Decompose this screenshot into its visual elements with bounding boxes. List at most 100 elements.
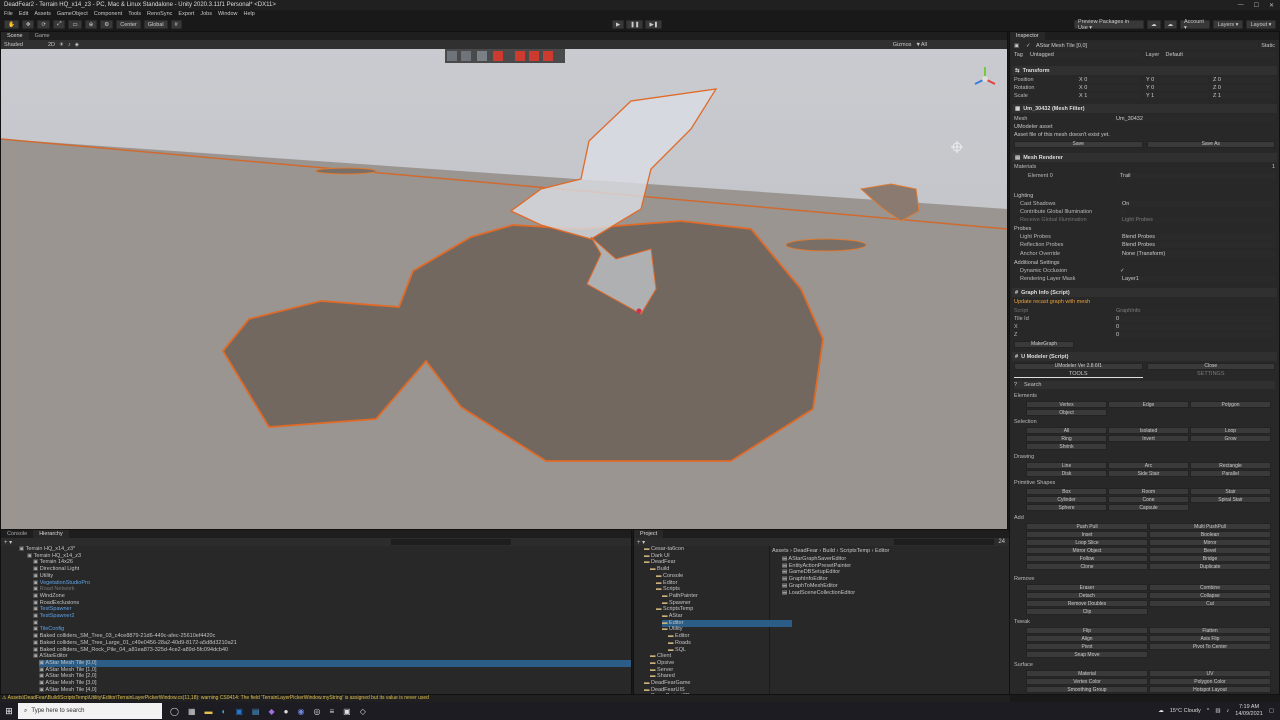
light-probes-dropdown[interactable]: Blend Probes xyxy=(1120,234,1275,240)
pivot-center-button[interactable]: Center xyxy=(116,20,141,29)
maximize-button[interactable]: ☐ xyxy=(1254,2,1259,9)
windows-start-icon[interactable]: ⊞ xyxy=(0,706,18,717)
tile-id-field[interactable]: 0 xyxy=(1114,316,1275,322)
rotate-tool-button[interactable]: ⟳ xyxy=(37,20,51,29)
layer-dropdown[interactable]: Default xyxy=(1163,52,1275,58)
effects-toggle-icon[interactable]: ◈ xyxy=(75,42,79,48)
hierarchy-item[interactable]: ▣ TestSpawner2 xyxy=(33,613,75,620)
smoothing-group-button[interactable]: Smoothing Group xyxy=(1026,686,1148,693)
save-as-button[interactable]: Save As xyxy=(1146,140,1275,148)
material-button[interactable]: Material xyxy=(1026,670,1148,677)
vertex-button[interactable]: Vertex xyxy=(1026,401,1107,408)
rendering-layer-dropdown[interactable]: Layer1 xyxy=(1120,276,1275,282)
move-tool-button[interactable]: ✥ xyxy=(21,20,35,29)
axis-flip-button[interactable]: Axis Flip xyxy=(1149,635,1271,642)
x-field[interactable]: X 0 xyxy=(1077,77,1141,83)
material-field[interactable]: Trail xyxy=(1118,173,1275,179)
polygon-button[interactable]: Polygon xyxy=(1190,401,1271,408)
search-all[interactable]: ▼All xyxy=(915,42,927,48)
capsule-button[interactable]: Capsule xyxy=(1108,504,1189,511)
y-field[interactable]: Y 0 xyxy=(1144,85,1208,91)
store-icon[interactable]: ▤ xyxy=(252,707,260,716)
isolated-button[interactable]: Isolated xyxy=(1108,427,1189,434)
shrink-button[interactable]: Shrink xyxy=(1026,443,1107,450)
tab-hierarchy[interactable]: Hierarchy xyxy=(33,530,69,538)
cloud-icon[interactable]: ☁ xyxy=(1163,20,1177,29)
hotspot-layout-button[interactable]: Hotspot Layout xyxy=(1149,686,1271,693)
detach-button[interactable]: Detach xyxy=(1026,592,1148,599)
all-button[interactable]: All xyxy=(1026,427,1107,434)
tab-tools[interactable]: TOOLS xyxy=(1014,371,1143,378)
tab-game[interactable]: Game xyxy=(29,32,56,40)
hierarchy-search-input[interactable] xyxy=(391,539,511,545)
shading-mode-dropdown[interactable]: Shaded xyxy=(4,42,44,48)
mirror-object-button[interactable]: Mirror Object xyxy=(1026,547,1148,554)
boolean-button[interactable]: Boolean xyxy=(1149,531,1271,538)
console-status-bar[interactable]: ⚠ Assets\DeadFear\Build\ScriptsTemp\Util… xyxy=(0,695,1010,702)
transform-header[interactable]: ⇆ Transform xyxy=(1012,66,1277,75)
contribute-gi-checkbox[interactable] xyxy=(1120,209,1126,215)
clip-button[interactable]: Clip xyxy=(1026,608,1148,615)
reflection-probes-dropdown[interactable]: Blend Probes xyxy=(1120,242,1275,248)
play-button[interactable]: ▶ xyxy=(612,20,625,29)
z-field[interactable]: 0 xyxy=(1114,332,1275,338)
step-button[interactable]: ▶❚ xyxy=(645,20,663,29)
preview-packages-button[interactable]: Preview Packages in Use ▾ xyxy=(1074,19,1144,31)
discord-icon[interactable]: ◉ xyxy=(297,707,304,716)
cast-shadows-dropdown[interactable]: On xyxy=(1120,201,1275,207)
sphere-button[interactable]: Sphere xyxy=(1026,504,1107,511)
mesh-filter-header[interactable]: ▦ Um_30432 (Mesh Filter) xyxy=(1012,104,1277,113)
tab-project[interactable]: Project xyxy=(634,530,664,538)
lighting-foldout[interactable]: Lighting xyxy=(1014,192,1275,200)
y-field[interactable]: Y 1 xyxy=(1144,93,1208,99)
menu-item-assets[interactable]: Assets xyxy=(34,11,51,17)
box-button[interactable]: Box xyxy=(1026,488,1107,495)
mesh-field[interactable]: Um_30432 xyxy=(1114,116,1275,122)
x-field[interactable]: X 1 xyxy=(1077,93,1141,99)
collapse-button[interactable]: Collapse xyxy=(1149,592,1271,599)
umodeler-toolbar[interactable] xyxy=(445,49,565,63)
close-button[interactable]: ✕ xyxy=(1269,2,1274,9)
uv-button[interactable]: UV xyxy=(1149,670,1271,677)
object-button[interactable]: Object xyxy=(1026,409,1107,416)
active-checkbox[interactable]: ✓ xyxy=(1026,43,1034,49)
tab-console[interactable]: Console xyxy=(1,530,33,538)
menu-item-renosync[interactable]: RenoSync xyxy=(147,11,172,17)
loop-slice-button[interactable]: Loop Slice xyxy=(1026,539,1148,546)
tab-settings[interactable]: SETTINGS xyxy=(1147,371,1276,377)
create-button[interactable]: + ▾ xyxy=(637,539,645,546)
menu-item-edit[interactable]: Edit xyxy=(19,11,28,17)
gizmos-dropdown[interactable]: Gizmos xyxy=(893,42,912,48)
save-button[interactable]: Save xyxy=(1014,140,1143,148)
graph-info-header[interactable]: # Graph Info (Script) xyxy=(1012,288,1277,297)
obs-icon[interactable]: ● xyxy=(284,707,289,716)
spiral-stair-button[interactable]: Spiral Stair xyxy=(1190,496,1271,503)
tray-chevron-icon[interactable]: ^ xyxy=(1207,708,1210,714)
menu-item-file[interactable]: File xyxy=(4,11,13,17)
stair-button[interactable]: Stair xyxy=(1190,488,1271,495)
snap-button[interactable]: # xyxy=(170,20,182,29)
x-field[interactable]: 0 xyxy=(1114,324,1275,330)
2d-toggle[interactable]: 2D xyxy=(48,42,55,48)
umodeler-search[interactable]: ? Search xyxy=(1014,381,1275,389)
menu-item-help[interactable]: Help xyxy=(244,11,255,17)
edge-button[interactable]: Edge xyxy=(1108,401,1189,408)
bevel-button[interactable]: Bevel xyxy=(1149,547,1271,554)
lighting-toggle-icon[interactable]: ☀ xyxy=(59,42,64,48)
menu-item-export[interactable]: Export xyxy=(178,11,194,17)
rectangle-button[interactable]: Rectangle xyxy=(1190,462,1271,469)
flatten-button[interactable]: Flatten xyxy=(1149,627,1271,634)
y-field[interactable]: Y 0 xyxy=(1144,77,1208,83)
hierarchy-item[interactable]: ▣ AStar Mesh Tile [0,0] xyxy=(39,659,631,667)
invert-button[interactable]: Invert xyxy=(1108,435,1189,442)
network-icon[interactable]: ▥ xyxy=(1215,708,1220,714)
duplicate-button[interactable]: Duplicate xyxy=(1149,563,1271,570)
side-stair-button[interactable]: Side Stair xyxy=(1108,470,1189,477)
disk-button[interactable]: Disk xyxy=(1026,470,1107,477)
menu-item-window[interactable]: Window xyxy=(218,11,238,17)
probes-foldout[interactable]: Probes xyxy=(1014,225,1275,233)
layout-dropdown[interactable]: Layout ▾ xyxy=(1246,20,1276,29)
ring-button[interactable]: Ring xyxy=(1026,435,1107,442)
tab-scene[interactable]: Scene xyxy=(1,32,29,40)
menu-item-tools[interactable]: Tools xyxy=(128,11,141,17)
